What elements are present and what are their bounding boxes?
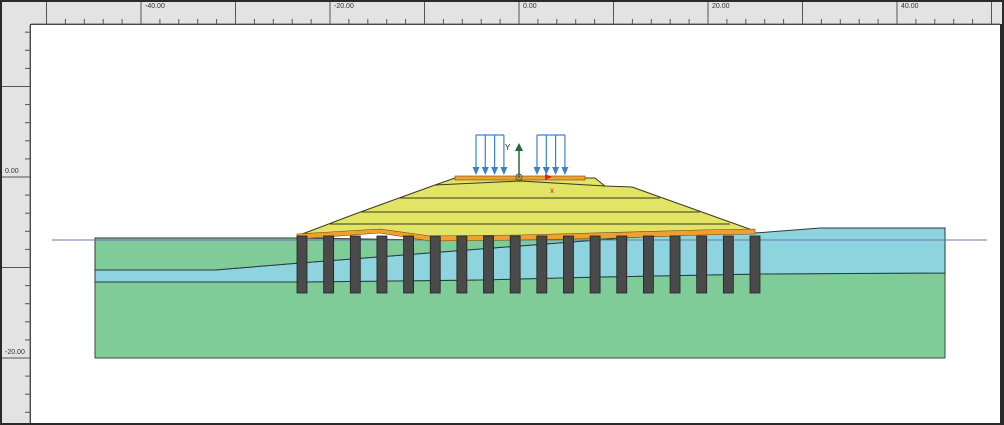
pile[interactable]	[749, 235, 761, 294]
pile[interactable]	[616, 235, 628, 294]
pile[interactable]	[643, 235, 654, 294]
pile[interactable]	[323, 235, 335, 294]
pile[interactable]	[376, 235, 388, 294]
ruler-top-label: -20.00	[334, 3, 354, 10]
pile[interactable]	[483, 235, 494, 294]
ruler-top-label: -40.00	[145, 3, 165, 10]
ruler-left[interactable]	[2, 2, 30, 423]
ruler-left-label: 0.00	[5, 168, 19, 175]
model-viewport[interactable]: -40.00 -20.00 0.00 20.00 40.00 0.00 -20.…	[0, 0, 1004, 425]
pile[interactable]	[589, 235, 601, 294]
y-axis-label: Y	[505, 143, 511, 152]
pile[interactable]	[536, 235, 548, 294]
ruler-top-label: 40.00	[901, 3, 919, 10]
pile[interactable]	[509, 235, 521, 294]
ruler-top-label: 20.00	[712, 3, 730, 10]
pile[interactable]	[669, 235, 681, 294]
ruler-left-label: -20.00	[5, 349, 25, 356]
pile[interactable]	[456, 235, 468, 294]
x-axis-label: x	[550, 186, 554, 195]
pile[interactable]	[403, 235, 414, 294]
pile[interactable]	[722, 235, 734, 294]
pile[interactable]	[563, 235, 574, 294]
pile[interactable]	[296, 235, 308, 294]
pile[interactable]	[696, 235, 708, 294]
pile[interactable]	[349, 235, 361, 294]
ruler-top-label: 0.00	[523, 3, 537, 10]
pile[interactable]	[429, 235, 441, 294]
